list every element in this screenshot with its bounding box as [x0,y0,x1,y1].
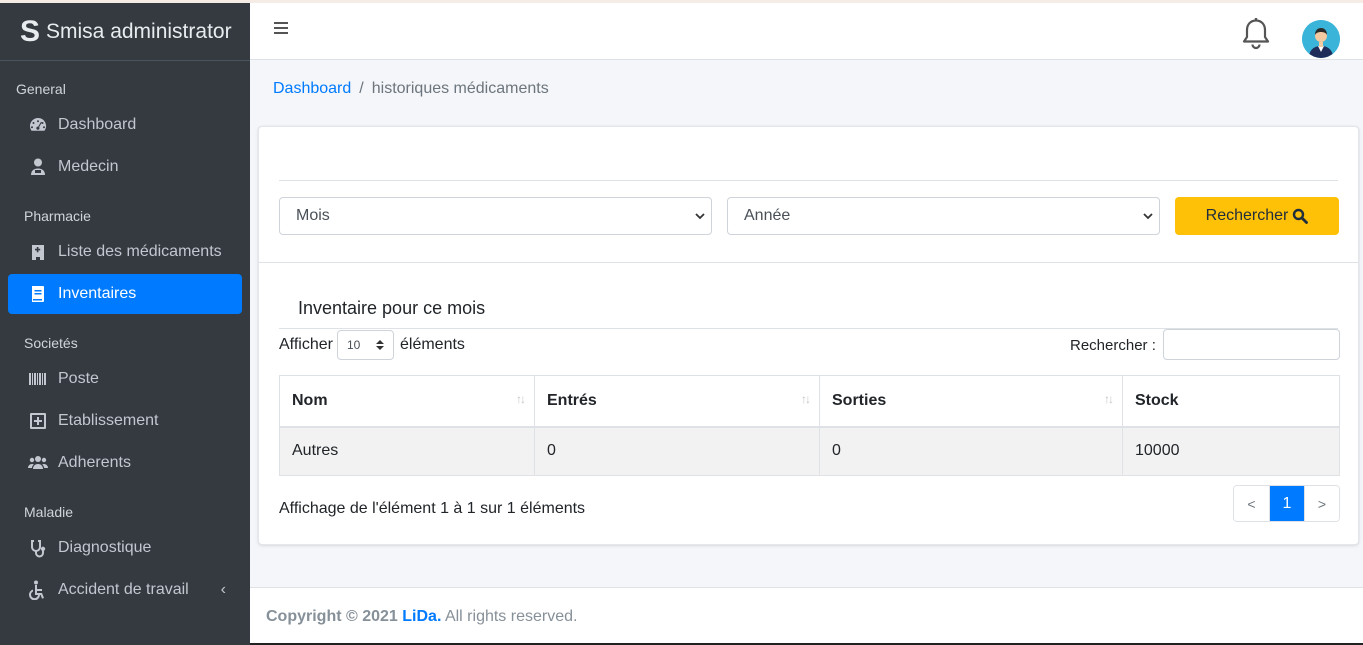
book-icon [27,284,49,304]
pagination: < 1 > [1233,485,1340,522]
table-cell: 10000 [1122,426,1340,476]
hamburger-icon[interactable] [274,22,288,36]
top-navbar [250,3,1363,60]
table-cell: 0 [819,426,1123,476]
breadcrumb-separator: / [359,80,364,97]
nav-header-maladie: Maladie [24,504,74,520]
divider [259,262,1358,263]
column-header-sorties[interactable]: Sorties ↑↓ [819,375,1123,428]
column-header-label: Stock [1135,391,1179,409]
footer-copyright: Copyright © 2021 [266,608,403,625]
brand-name: Smisa administrator [46,19,232,43]
user-doctor-icon [27,157,49,177]
table-header-row: Nom ↑↓ Entrés ↑↓ Sorties ↑↓ Stock [279,375,1340,428]
column-header-label: Sorties [832,391,887,409]
breadcrumb-home-link[interactable]: Dashboard [273,80,351,97]
page-length-value: 10 [347,338,361,352]
inventory-card: Mois Année Rechercher Inventaire pour ce… [258,126,1359,545]
divider [279,180,1338,181]
sidebar-item-label: Liste des médicaments [58,243,222,260]
sidebar-item-label: Poste [58,370,99,387]
chevron-down-icon [1143,213,1153,220]
column-header-label: Entrés [547,391,597,409]
plus-square-icon [27,411,49,431]
bell-icon[interactable] [1240,17,1272,51]
sidebar-item-label: Adherents [58,454,131,471]
table-info: Affichage de l'élément 1 à 1 sur 1 éléme… [279,500,586,517]
column-header-nom[interactable]: Nom ↑↓ [279,375,535,428]
pagination-next[interactable]: > [1304,486,1339,521]
table-row: Autres 0 0 10000 [279,426,1340,476]
inventory-title: Inventaire pour ce mois [298,298,486,318]
tachometer-icon [27,115,49,135]
table-cell: Autres [279,426,535,476]
sidebar-item-dashboard[interactable]: Dashboard [8,105,242,145]
user-avatar-icon[interactable] [1302,20,1340,58]
column-header-label: Nom [292,391,328,409]
page-length-select[interactable]: 10 [337,330,394,360]
search-icon [1293,208,1309,224]
inventory-table: Nom ↑↓ Entrés ↑↓ Sorties ↑↓ Stock Autres 0 … [279,375,1340,476]
month-select-value: Mois [296,207,330,224]
column-header-stock[interactable]: Stock [1122,375,1340,428]
table-search-input[interactable] [1163,329,1340,360]
footer-rights: All rights reserved. [441,608,578,625]
sidebar-item-label: Accident de travail [58,581,189,598]
search-button[interactable]: Rechercher [1175,197,1339,235]
nav-header-societes: Societés [24,335,78,351]
length-suffix: éléments [400,336,465,353]
sidebar-item-label: Medecin [58,158,119,175]
sort-icon: ↑↓ [516,392,526,406]
length-label: Afficher [279,336,333,353]
pagination-prev[interactable]: < [1234,486,1269,521]
sidebar-item-etablissement[interactable]: Etablissement [8,401,242,441]
breadcrumb-current: historiques médicaments [371,80,549,97]
table-search-label: Rechercher : [1070,337,1156,354]
breadcrumb: Dashboard / historiques médicaments [273,80,549,98]
sidebar-item-label: Inventaires [58,285,137,302]
chevron-down-icon [695,213,705,220]
table-cell: 0 [534,426,820,476]
nav-header-general: General [16,81,66,97]
sidebar-item-label: Diagnostique [58,539,152,556]
wheelchair-icon [27,580,49,600]
nav-header-pharmacie: Pharmacie [24,208,91,224]
year-select-value: Année [744,207,791,224]
barcode-icon [27,369,49,389]
sidebar-item-inventaires[interactable]: Inventaires [8,274,242,314]
sidebar-item-accident-de-travail[interactable]: Accident de travail ‹ [8,570,242,610]
sidebar-item-label: Dashboard [58,116,137,133]
footer: Copyright © 2021 LiDa. All rights reserv… [250,587,1363,645]
year-select[interactable]: Année [727,197,1160,235]
sidebar-item-poste[interactable]: Poste [8,359,242,399]
sort-icon: ↑↓ [1104,392,1114,406]
sidebar: S Smisa administrator General Dashboard … [0,3,250,645]
sidebar-item-diagnostique[interactable]: Diagnostique [8,528,242,568]
footer-brand-link[interactable]: LiDa. [402,608,441,625]
month-select[interactable]: Mois [279,197,712,235]
sidebar-item-label: Etablissement [58,412,159,429]
column-header-entres[interactable]: Entrés ↑↓ [534,375,820,428]
brand-logo: S [20,14,41,48]
sort-icon: ↑↓ [801,392,811,406]
hospital-icon [27,242,49,262]
stethoscope-icon [27,538,49,558]
chevron-left-icon: ‹ [220,581,226,598]
sidebar-item-liste-medicaments[interactable]: Liste des médicaments [8,232,242,272]
sidebar-item-adherents[interactable]: Adherents [8,443,242,483]
pagination-page-1[interactable]: 1 [1269,486,1304,521]
users-icon [27,453,49,473]
brand[interactable]: S Smisa administrator [0,3,250,61]
sort-updown-icon [376,340,384,350]
search-button-label: Rechercher [1205,207,1289,224]
sidebar-item-medecin[interactable]: Medecin [8,147,242,187]
